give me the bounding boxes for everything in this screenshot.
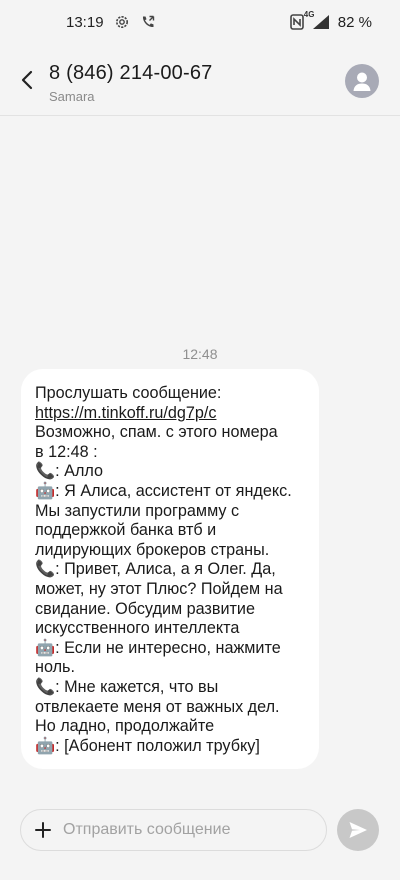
chevron-left-icon bbox=[21, 70, 33, 90]
message-line: 📞: Алло bbox=[35, 462, 104, 481]
send-button[interactable] bbox=[337, 809, 379, 851]
call-forward-icon bbox=[140, 14, 156, 30]
plus-icon bbox=[35, 822, 51, 838]
avatar[interactable] bbox=[345, 64, 379, 98]
battery-percent: 82 % bbox=[337, 13, 372, 31]
message-link[interactable]: https://m.tinkoff.ru/dg7p/c bbox=[35, 404, 309, 424]
compose-bar bbox=[20, 809, 327, 851]
gear-icon bbox=[114, 14, 130, 30]
message-line: Возможно, спам. с этого номера bbox=[35, 423, 278, 442]
message-line: Прослушать сообщение: bbox=[35, 384, 222, 402]
person-icon bbox=[353, 72, 371, 91]
message-line: поддержкой банка втб и bbox=[35, 521, 217, 540]
message-input[interactable] bbox=[63, 819, 313, 841]
network-type: 4G bbox=[303, 10, 315, 19]
back-button[interactable] bbox=[14, 66, 40, 94]
nfc-icon bbox=[289, 14, 304, 30]
signal-icon: 4G bbox=[304, 10, 330, 30]
message-timestamp: 12:48 bbox=[182, 346, 218, 362]
status-bar: 13:19 4G 82 % bbox=[0, 0, 400, 44]
conversation-header: 8 (846) 214-00-67 Samara bbox=[0, 44, 400, 116]
message-line: в 12:48 : bbox=[35, 442, 98, 461]
message-line: Но ладно, продолжайте bbox=[35, 717, 215, 736]
contact-number: 8 (846) 214-00-67 bbox=[49, 62, 213, 84]
message-line: 🤖: [Абонент положил трубку] bbox=[35, 736, 260, 755]
message-line: свидание. Обсудим развитие bbox=[35, 599, 255, 618]
contact-location: Samara bbox=[49, 89, 95, 104]
message-line: 📞: Мне кажется, что вы bbox=[35, 677, 219, 696]
send-icon bbox=[349, 822, 367, 838]
message-line: искусственного интеллекта bbox=[35, 619, 240, 638]
attach-button[interactable] bbox=[33, 820, 53, 840]
message-bubble[interactable]: Прослушать сообщение: https://m.tinkoff.… bbox=[21, 369, 319, 769]
message-line: 🤖: Я Алиса, ассистент от яндекс. bbox=[35, 481, 292, 500]
message-line: отвлекаете меня от важных дел. bbox=[35, 697, 280, 716]
message-line: 🤖: Если не интересно, нажмите bbox=[35, 638, 281, 657]
message-line: 📞: Привет, Алиса, а я Олег. Да, bbox=[35, 560, 276, 579]
message-line: лидирующих брокеров страны. bbox=[35, 540, 270, 559]
status-time: 13:19 bbox=[66, 13, 104, 31]
message-line: может, ну этот Плюс? Пойдем на bbox=[35, 579, 283, 598]
message-line: Мы запустили программу с bbox=[35, 501, 240, 520]
message-line: ноль. bbox=[35, 658, 75, 677]
